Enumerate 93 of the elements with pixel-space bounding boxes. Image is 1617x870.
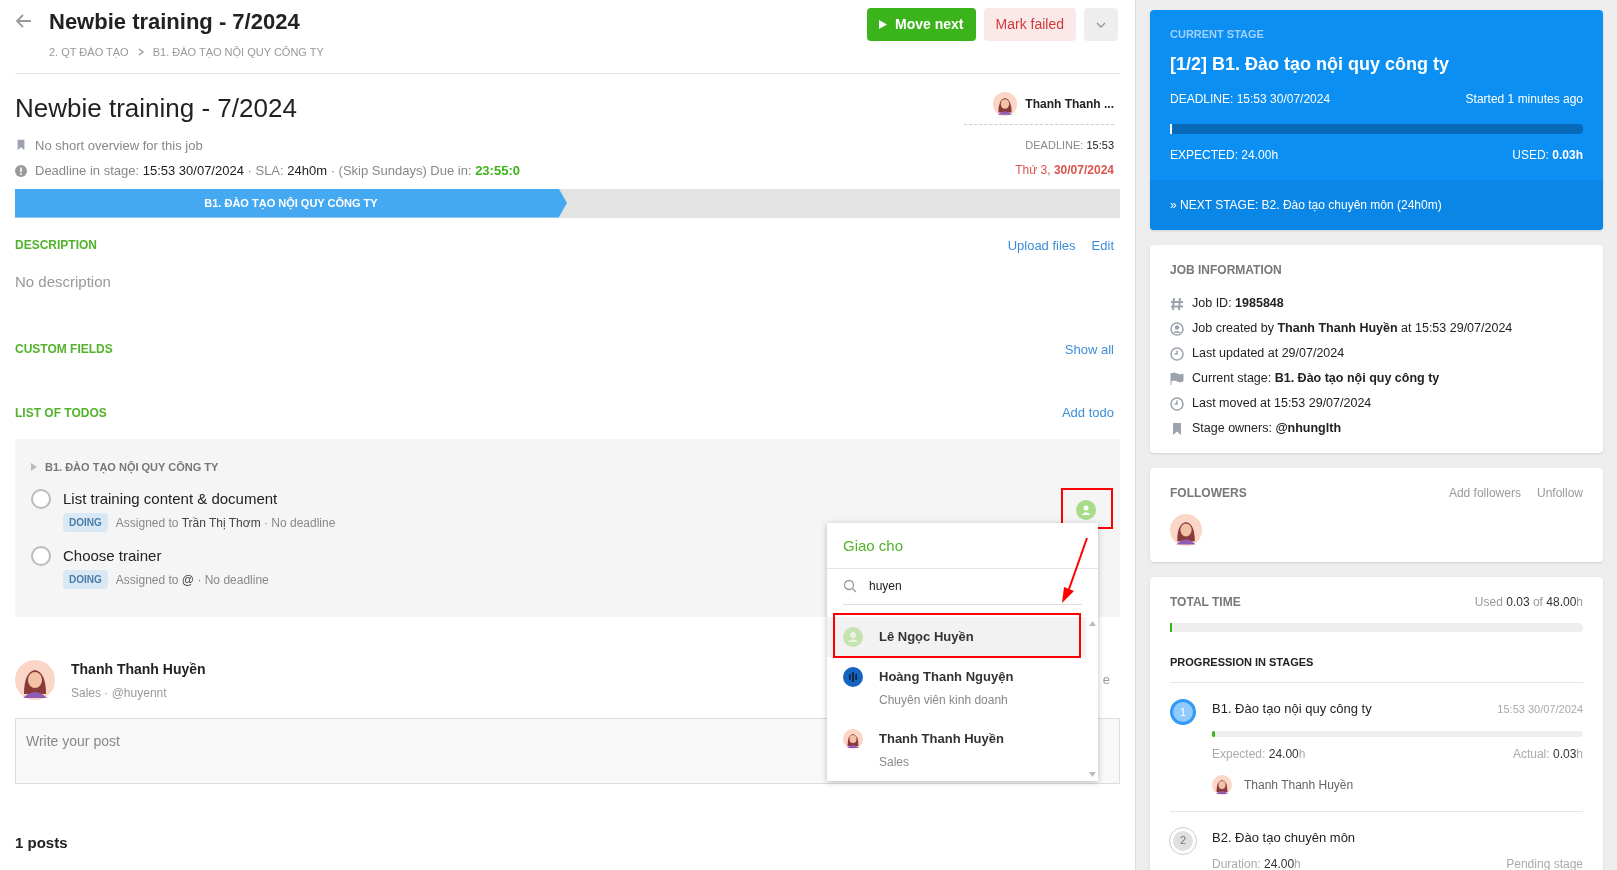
avatar — [843, 729, 863, 749]
author-row-text: e — [1102, 671, 1110, 690]
stage-status: Pending stage — [1506, 856, 1583, 870]
job-title: Newbie training - 7/2024 — [15, 91, 298, 124]
stage-number: 2 — [1170, 827, 1196, 854]
todo-group-title: B1. ĐÀO TẠO NỘI QUY CÔNG TY — [45, 459, 219, 475]
info-text: Stage owners: @nhunglth — [1192, 420, 1342, 438]
page-title: Newbie training - 7/2024 — [49, 8, 301, 36]
clock-icon — [1170, 396, 1184, 411]
info-text: Current stage: B1. Đào tạo nội quy công ty — [1192, 370, 1440, 388]
play-icon — [879, 20, 888, 29]
status-badge: DOING — [63, 570, 108, 589]
scroll-down-icon[interactable] — [1088, 772, 1096, 777]
back-arrow-icon — [15, 12, 33, 30]
used-total-text: Used 0.03 of 48.00h — [1474, 593, 1583, 611]
author-avatar — [15, 660, 55, 700]
section-link[interactable]: Upload files — [1007, 235, 1076, 255]
owner-name: Thanh Thanh ... — [1025, 95, 1114, 113]
back-button[interactable] — [15, 12, 33, 30]
started-text: Started 1 minutes ago — [1465, 90, 1583, 108]
search-icon — [843, 579, 857, 594]
deadline-label: DEADLINE: 15:53 — [1025, 137, 1114, 153]
stage-time: 15:53 30/07/2024 — [1497, 701, 1583, 717]
mark-failed-button[interactable]: Mark failed — [983, 8, 1076, 41]
hash-icon — [1170, 296, 1184, 311]
todo-checkbox[interactable] — [31, 546, 51, 566]
audio-icon — [843, 667, 863, 687]
author-name: Thanh Thanh Huyền — [71, 659, 206, 679]
stage-deadline: DEADLINE: 15:53 30/07/2024 — [1170, 90, 1331, 108]
stage-name: B2. Đào tạo chuyên môn — [1212, 828, 1356, 847]
expand-triangle-icon — [31, 462, 37, 471]
breadcrumb-link[interactable]: 2. QT ĐÀO TẠO — [49, 44, 129, 61]
deadline-text: Deadline in stage: 15:53 30/07/2024 · SLA: 24h0m · (Skip Sundays) Due in: 23:55:0 — [35, 162, 520, 180]
todo-checkbox[interactable] — [31, 489, 51, 509]
deadline-date: Thứ 3, 30/07/2024 — [1015, 162, 1114, 179]
stage-name: B1. Đào tạo nội quy công ty — [1212, 700, 1372, 718]
assignee-text: Assigned to @ · No deadline — [115, 571, 269, 589]
follower-avatar — [1170, 513, 1202, 546]
assignee-text: Assigned to Trần Thị Thơm · No deadline — [115, 514, 336, 532]
todo-title[interactable]: List training content & document — [63, 489, 336, 509]
user-icon — [1170, 321, 1184, 336]
alert-icon — [15, 164, 27, 177]
follower-link[interactable]: Unfollow — [1536, 483, 1583, 502]
description-text: No description — [15, 272, 112, 292]
bookmark-icon — [1170, 421, 1184, 436]
section-heading: LIST OF TODOS — [15, 404, 107, 422]
scroll-up-icon[interactable] — [1088, 621, 1096, 626]
stage-title: [1/2] B1. Đào tạo nội quy công ty — [1170, 52, 1451, 76]
progression-heading: PROGRESSION IN STAGES — [1170, 653, 1583, 683]
section-heading: CUSTOM FIELDS — [15, 341, 113, 359]
caret-icon — [1096, 21, 1106, 28]
follower-link[interactable]: Add followers — [1448, 483, 1521, 502]
clock-icon — [1170, 346, 1184, 361]
search-field[interactable]: huyen — [869, 577, 1082, 596]
posts-count: 1 posts — [15, 832, 69, 853]
info-text: Last updated at 29/07/2024 — [1192, 345, 1345, 363]
stage-left-text: Duration: 24.00h — [1212, 856, 1301, 870]
stage-tab[interactable]: B1. ĐÀO TẠO NỘI QUY CÔNG TY — [15, 188, 567, 218]
user-icon — [1080, 504, 1092, 516]
chevron-icon — [136, 48, 145, 57]
card-heading: CURRENT STAGE — [1170, 27, 1265, 42]
section-link[interactable]: Add todo — [1061, 403, 1114, 423]
author-meta: Sales · @huyennt — [71, 684, 167, 702]
move-next-button[interactable]: Move next — [867, 8, 976, 41]
user-option[interactable]: Lê Ngọc Huyền — [827, 617, 1086, 657]
stage-left-text: Expected: 24.00h — [1212, 745, 1306, 763]
card-heading: FOLLOWERS — [1170, 484, 1247, 502]
avatar-placeholder-icon — [843, 627, 863, 647]
section-link[interactable]: Edit — [1091, 235, 1114, 255]
bookmark-icon — [15, 139, 27, 152]
info-text: Last moved at 15:53 29/07/2024 — [1192, 395, 1372, 413]
info-text: Job created by Thanh Thanh Huyền at 15:53 29/07/2024 — [1192, 320, 1513, 338]
card-heading: TOTAL TIME — [1170, 593, 1241, 611]
avatar — [1212, 774, 1232, 795]
user-option[interactable]: Thanh Thanh Huyền Sales — [827, 719, 1086, 781]
todo-title[interactable]: Choose trainer — [63, 546, 269, 566]
used-text: USED: 0.03h — [1512, 146, 1583, 164]
stage-number: 1 — [1170, 699, 1196, 725]
section-link[interactable]: Show all — [1064, 339, 1114, 359]
popup-title: Giao cho — [827, 523, 1098, 569]
more-button[interactable] — [1084, 8, 1118, 41]
expected-text: EXPECTED: 24.00h — [1170, 146, 1279, 164]
card-heading: JOB INFORMATION — [1170, 261, 1283, 279]
info-text: Job ID: 1985848 — [1192, 295, 1284, 313]
next-stage-text: » NEXT STAGE: B2. Đào tạo chuyên môn (24h0m) — [1150, 179, 1603, 230]
stage-right-text: Actual: 0.03h — [1512, 745, 1583, 763]
avatar — [993, 91, 1018, 116]
breadcrumb-link[interactable]: B1. ĐÀO TẠO NỘI QUY CÔNG TY — [152, 44, 324, 61]
stage-person: Thanh Thanh Huyền — [1244, 776, 1354, 794]
status-badge: DOING — [63, 513, 108, 532]
section-heading: DESCRIPTION — [15, 237, 97, 255]
overview-text: No short overview for this job — [35, 136, 203, 155]
flag-icon — [1170, 371, 1184, 386]
